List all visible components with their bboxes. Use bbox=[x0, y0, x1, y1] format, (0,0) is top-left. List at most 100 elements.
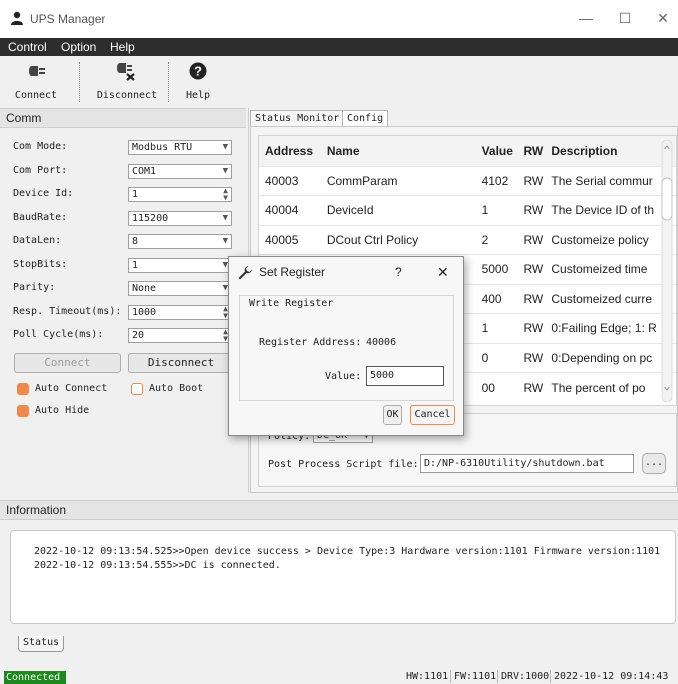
menu-option[interactable]: Option bbox=[61, 40, 96, 54]
tab-config[interactable]: Config bbox=[342, 110, 389, 126]
select-field[interactable]: 8 ▼ bbox=[128, 234, 232, 249]
fw-version: FW:1101 bbox=[454, 671, 497, 682]
field-value: 1000 bbox=[132, 307, 157, 318]
status-bar: Connected HW:1101 FW:1101 DRV:1000 2022-… bbox=[0, 666, 678, 684]
spin-field[interactable]: 1 ▲ ▼ bbox=[128, 187, 232, 202]
maximize-button[interactable]: ☐ bbox=[614, 9, 636, 27]
connect-button[interactable]: Connect bbox=[14, 353, 121, 373]
field-label: Parity: bbox=[13, 282, 56, 293]
field-value: 1 bbox=[132, 260, 139, 271]
plug-disconnect-icon bbox=[117, 63, 135, 81]
cancel-button[interactable]: Cancel bbox=[410, 405, 455, 425]
table-cell: RW bbox=[517, 195, 546, 225]
log-box[interactable] bbox=[10, 530, 676, 624]
table-cell: RW bbox=[517, 313, 546, 343]
field-label: Com Port: bbox=[13, 165, 68, 176]
minimize-button[interactable]: — bbox=[575, 9, 597, 27]
col-address[interactable]: Address bbox=[259, 136, 321, 166]
table-cell: 5000 bbox=[475, 254, 518, 284]
table-row[interactable]: 40005 DCout Ctrl Policy 2 RW Customeize poli… bbox=[259, 224, 676, 255]
table-cell: RW bbox=[517, 342, 546, 373]
chevron-down-icon[interactable]: ▼ bbox=[223, 165, 228, 178]
chevron-down-icon[interactable]: ▼ bbox=[223, 141, 228, 154]
comm-header: Comm bbox=[0, 108, 246, 128]
table-cell: RW bbox=[517, 254, 546, 284]
table-cell: 0:Depending on pc bbox=[545, 342, 676, 373]
select-field[interactable]: Modbus RTU ▼ bbox=[128, 140, 232, 155]
table-cell: 4102 bbox=[475, 165, 518, 196]
question-icon: ? bbox=[189, 62, 207, 80]
auto-connect-checkbox[interactable] bbox=[17, 383, 29, 395]
table-scrollbar[interactable] bbox=[660, 140, 674, 402]
col-rw[interactable]: RW bbox=[517, 136, 546, 166]
table-cell: DCout Ctrl Policy bbox=[320, 224, 476, 255]
table-cell: Customeized time bbox=[545, 254, 676, 284]
script-path-input[interactable]: D:/NP-6310Utility/shutdown.bat bbox=[420, 454, 634, 473]
status-time: 2022-10-12 09:14:43 bbox=[554, 671, 669, 682]
chevron-down-icon[interactable]: ▼ bbox=[223, 212, 228, 225]
status-divider bbox=[497, 670, 498, 683]
plug-icon bbox=[29, 66, 45, 76]
register-value-input[interactable]: 5000 bbox=[366, 366, 444, 386]
window-title: UPS Manager bbox=[30, 12, 106, 26]
table-row[interactable]: 40003 CommParam 4102 RW The Serial commur bbox=[259, 165, 676, 196]
table-cell: RW bbox=[517, 165, 546, 196]
field-value: 8 bbox=[132, 236, 139, 247]
col-description[interactable]: Description bbox=[545, 136, 676, 166]
chevron-down-icon[interactable]: ▼ bbox=[223, 235, 228, 248]
select-field[interactable]: 1 ▼ bbox=[128, 258, 232, 273]
connect-toolbar-button[interactable]: Connect bbox=[8, 59, 64, 103]
set-register-dialog: Set Register ? ✕ Write Register Register… bbox=[228, 256, 464, 436]
menu-bar: Control Option Help bbox=[0, 38, 678, 56]
select-field[interactable]: None ▼ bbox=[128, 281, 232, 296]
menu-help[interactable]: Help bbox=[110, 40, 135, 54]
status-divider bbox=[550, 670, 551, 683]
menu-control[interactable]: Control bbox=[8, 40, 47, 54]
hw-version: HW:1101 bbox=[406, 671, 449, 682]
spin-field[interactable]: 20 ▲ ▼ bbox=[128, 328, 232, 343]
disconnect-toolbar-button[interactable]: Disconnect bbox=[92, 59, 162, 103]
help-toolbar-button[interactable]: ? Help bbox=[178, 59, 218, 103]
tab-status[interactable]: Status bbox=[18, 636, 65, 652]
field-value: Modbus RTU bbox=[132, 142, 193, 153]
toolbar: Connect Disconnect ? Help bbox=[0, 56, 678, 106]
status-divider bbox=[450, 670, 451, 683]
disconnect-button[interactable]: Disconnect bbox=[128, 353, 234, 373]
value-label: Value: bbox=[325, 371, 362, 382]
table-cell: 1 bbox=[475, 195, 518, 225]
auto-hide-checkbox[interactable] bbox=[17, 405, 29, 417]
col-name[interactable]: Name bbox=[320, 136, 476, 166]
dialog-close-button[interactable]: ✕ bbox=[437, 264, 449, 281]
col-value[interactable]: Value bbox=[475, 136, 518, 166]
spinner-icon[interactable]: ▲ ▼ bbox=[223, 187, 228, 202]
table-cell: 40003 bbox=[259, 165, 321, 196]
field-label: BaudRate: bbox=[13, 212, 68, 223]
dialog-help-button[interactable]: ? bbox=[395, 265, 402, 279]
table-header-row: Address Name Value RW Description bbox=[259, 136, 676, 166]
table-cell: The Device ID of th bbox=[545, 195, 676, 225]
wrench-icon bbox=[238, 266, 252, 280]
tab-status-monitor[interactable]: Status Monitor bbox=[250, 110, 345, 126]
field-value: 20 bbox=[132, 330, 145, 341]
connected-status-badge: Connected bbox=[4, 671, 66, 684]
table-cell: The Serial commur bbox=[545, 165, 676, 196]
user-icon bbox=[11, 11, 23, 25]
svg-text:?: ? bbox=[194, 64, 202, 79]
table-cell: RW bbox=[517, 224, 546, 255]
select-field[interactable]: 115200 ▼ bbox=[128, 211, 232, 226]
auto-boot-checkbox[interactable] bbox=[131, 383, 143, 395]
select-field[interactable]: COM1 ▼ bbox=[128, 164, 232, 179]
register-address-value: 40006 bbox=[366, 337, 397, 348]
browse-button[interactable]: ... bbox=[642, 453, 666, 474]
auto-hide-label: Auto Hide bbox=[35, 405, 90, 416]
ok-button[interactable]: OK bbox=[383, 405, 402, 425]
help-label: Help bbox=[185, 90, 211, 101]
register-address-label: Register Address: bbox=[259, 337, 362, 348]
close-button[interactable]: ✕ bbox=[652, 9, 674, 27]
table-cell: CommParam bbox=[320, 165, 476, 196]
connect-label: Connect bbox=[14, 90, 58, 101]
spin-field[interactable]: 1000 ▲ ▼ bbox=[128, 305, 232, 320]
field-value: 1 bbox=[132, 189, 139, 200]
field-label: DataLen: bbox=[13, 235, 62, 246]
table-row[interactable]: 40004 DeviceId 1 RW The Device ID of th bbox=[259, 195, 676, 225]
